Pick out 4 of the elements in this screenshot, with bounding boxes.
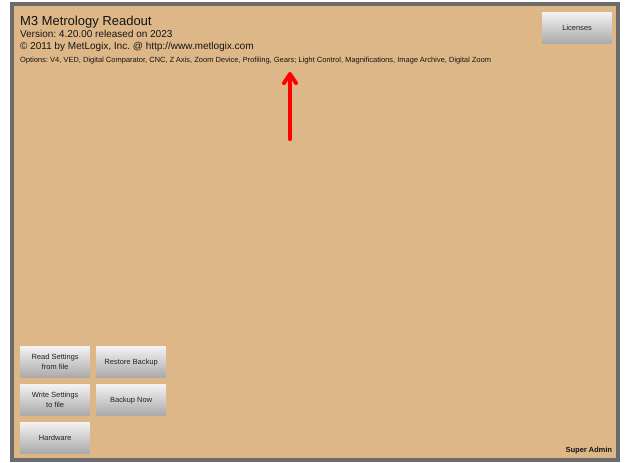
copyright-text: © 2011 by MetLogix, Inc. @ http://www.metlogix.com xyxy=(20,41,255,52)
arrow-icon xyxy=(282,71,298,141)
version-text: Version: 4.20.00 released on 2023 xyxy=(20,29,174,40)
app-title: M3 Metrology Readout xyxy=(20,13,153,28)
